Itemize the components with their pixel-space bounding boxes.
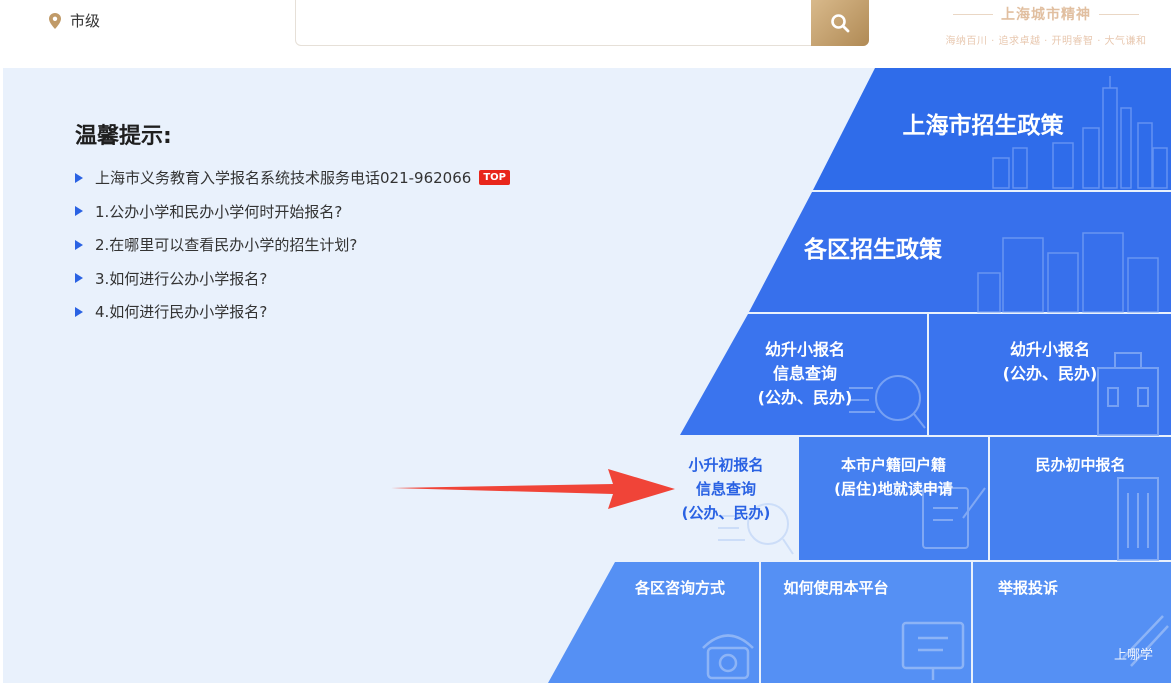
slogan-subtitle: 海纳百川 · 追求卓越 · 开明睿智 · 大气谦和 — [945, 36, 1147, 47]
tile-consult-label: 各区咨询方式 — [634, 579, 725, 597]
tile-p2m-query-label: 小升初报名 信息查询 (公办、民办) — [646, 453, 806, 525]
tile-hukou-line1: 本市户籍回户籍 — [840, 456, 946, 474]
tile-k2p-signup-line1: 幼升小报名 — [1009, 340, 1090, 359]
location-selector[interactable]: 市级 — [48, 10, 100, 31]
tile-report-label: 举报投诉 — [997, 579, 1058, 597]
search-input[interactable] — [296, 0, 812, 45]
slogan-divider-right — [1099, 13, 1139, 15]
tile-district-policy-label: 各区招生政策 — [804, 237, 942, 263]
tile-city-policy-label: 上海市招生政策 — [902, 113, 1064, 139]
tile-hukou-label: 本市户籍回户籍 (居住)地就读申请 — [799, 453, 988, 501]
tile-k2p-signup-label: 幼升小报名 (公办、民办) — [960, 338, 1140, 386]
tile-p2m-query-line1: 小升初报名 — [688, 456, 764, 474]
location-label: 市级 — [70, 12, 101, 30]
top-header: 市级 上海城市精神 海纳百川 · 追求卓越 · 开明睿智 · 大气谦和 — [0, 0, 1171, 68]
search-button[interactable] — [811, 0, 869, 46]
tile-k2p-signup-line2: (公办、民办) — [1002, 364, 1098, 383]
search-box — [295, 0, 869, 46]
search-icon — [831, 14, 850, 33]
tile-p2m-query-line3: (公办、民办) — [681, 504, 771, 522]
tile-hukou-line2: (居住)地就读申请 — [834, 480, 953, 498]
tile-k2p-query-line3: (公办、民办) — [757, 388, 853, 407]
tile-k2p-query-line1: 幼升小报名 — [764, 340, 845, 359]
tile-k2p-query-label: 幼升小报名 信息查询 (公办、民办) — [715, 338, 895, 410]
city-spirit-slogan: 上海城市精神 海纳百川 · 追求卓越 · 开明睿智 · 大气谦和 — [921, 4, 1171, 47]
location-pin-icon — [49, 12, 61, 29]
slogan-divider-left — [953, 13, 993, 15]
watermark: 上哪学 — [1113, 648, 1153, 663]
tile-k2p-query-line2: 信息查询 — [772, 364, 837, 383]
slogan-title: 上海城市精神 — [1001, 7, 1091, 23]
main-panel: 温馨提示: 上海市义务教育入学报名系统技术服务电话021-962066 TOP … — [3, 68, 1171, 683]
tile-howto-label: 如何使用本平台 — [783, 579, 889, 597]
tile-private-middle-label: 民办初中报名 — [1035, 456, 1126, 474]
tile-p2m-query-line2: 信息查询 — [695, 480, 756, 498]
